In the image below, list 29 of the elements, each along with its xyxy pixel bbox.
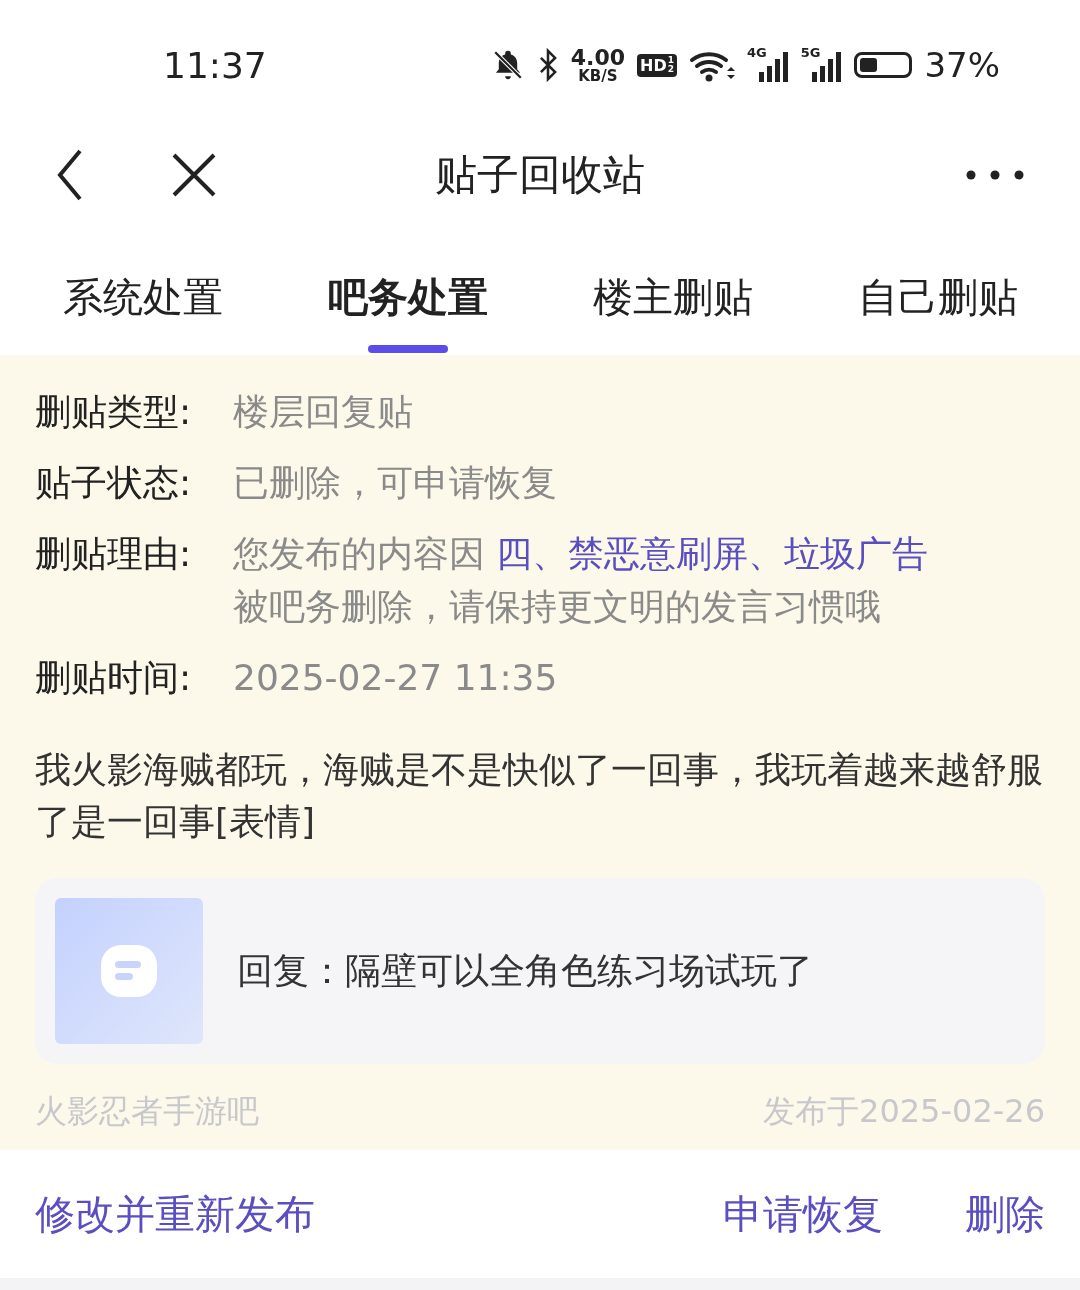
republish-button[interactable]: 修改并重新发布 xyxy=(35,1186,315,1242)
battery-icon xyxy=(854,52,913,78)
field-label: 贴子状态: xyxy=(35,461,193,505)
more-icon[interactable] xyxy=(966,170,1024,180)
battery-percent: 37% xyxy=(924,45,1000,85)
field-value: 已删除，可申请恢复 xyxy=(233,461,557,505)
field-label: 删贴时间: xyxy=(35,656,193,700)
close-icon[interactable] xyxy=(172,153,216,197)
page-title: 贴子回收站 xyxy=(435,149,645,201)
field-value: 楼层回复贴 xyxy=(233,390,413,434)
field-label: 删贴理由: xyxy=(35,532,193,576)
status-time: 11:37 xyxy=(163,44,267,86)
tab[interactable]: 自己删贴 xyxy=(857,240,1018,355)
tab[interactable]: 吧务处置 xyxy=(327,240,488,355)
field-label: 删贴类型: xyxy=(35,390,193,434)
reason-text: 您发布的内容因 四、禁恶意刷屏、垃圾广告 被吧务删除，请保持更文明的发言习惯哦 xyxy=(233,532,929,629)
action-button[interactable]: 删除 xyxy=(965,1186,1045,1242)
back-icon[interactable] xyxy=(56,148,84,202)
tab[interactable]: 系统处置 xyxy=(62,240,223,355)
chat-icon xyxy=(55,898,203,1044)
reply-text: 回复：隔壁可以全角色练习场试玩了 xyxy=(237,948,813,993)
rule-link[interactable]: 四、禁恶意刷屏、垃圾广告 xyxy=(496,533,929,574)
quote-card[interactable]: 回复：隔壁可以全角色练习场试玩了 xyxy=(35,878,1045,1064)
post-text: 我火影海贼都玩，海贼是不是快似了一回事，我玩着越来越舒服了是一回事[表情] xyxy=(35,748,1044,844)
speed-value: 4.00 xyxy=(570,46,626,69)
field-value: 2025-02-27 11:35 xyxy=(233,656,558,700)
tab[interactable]: 楼主删贴 xyxy=(592,240,753,355)
action-button[interactable]: 申请恢复 xyxy=(723,1186,883,1242)
speed-unit: KB/S xyxy=(578,68,618,84)
